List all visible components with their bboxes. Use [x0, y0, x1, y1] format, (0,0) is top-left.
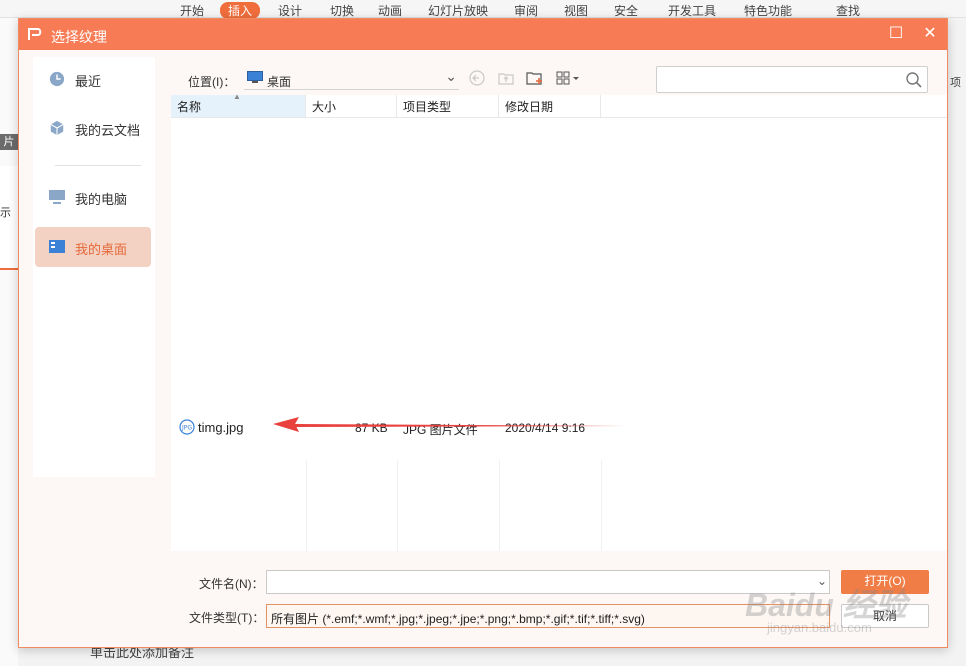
computer-icon: [49, 190, 65, 204]
ribbon-tab[interactable]: 动画: [378, 2, 402, 19]
sort-up-icon: ▲: [233, 92, 241, 101]
filename-label: 文件名(N)：: [199, 577, 264, 591]
ribbon-tab[interactable]: 视图: [564, 2, 588, 19]
ribbon-tab[interactable]: 特色功能: [744, 2, 792, 19]
clock-icon: [49, 71, 65, 87]
up-folder-icon[interactable]: [496, 68, 516, 88]
new-folder-icon[interactable]: [525, 68, 545, 88]
annotation-arrow-icon: [273, 417, 625, 432]
ribbon-tab[interactable]: 审阅: [514, 2, 538, 19]
watermark-url: jingyan.baidu.com: [767, 620, 872, 635]
location-dropdown[interactable]: 桌面 ⌄: [244, 66, 459, 90]
search-input[interactable]: [663, 68, 903, 92]
column-header-size[interactable]: 大小: [306, 95, 397, 117]
column-header-type[interactable]: 项目类型: [397, 95, 499, 117]
filetype-value: 所有图片 (*.emf;*.wmf;*.jpg;*.jpeg;*.jpe;*.p…: [271, 612, 645, 626]
nav-item-my-desktop[interactable]: 我的桌面: [35, 227, 151, 267]
file-list: ▲ 名称 大小 项目类型 修改日期 JPG timg.jpg 87 KB JPG…: [171, 92, 947, 551]
location-value: 桌面: [267, 75, 292, 89]
close-button[interactable]: ✕: [921, 25, 939, 43]
chevron-down-icon: ⌄: [445, 68, 457, 84]
ribbon-tab[interactable]: 开始: [180, 2, 204, 19]
ribbon-tab[interactable]: 设计: [278, 2, 302, 19]
ribbon-tab[interactable]: 切换: [330, 2, 354, 19]
desktop-icon: [49, 240, 65, 253]
dialog-title: 选择纹理: [51, 29, 107, 45]
ribbon-tab-active[interactable]: 插入: [220, 2, 261, 19]
filename-input[interactable]: [267, 571, 807, 593]
nav-item-label: 我的电脑: [75, 192, 128, 207]
ribbon-tab[interactable]: 安全: [614, 2, 638, 19]
ribbon-tab[interactable]: 开发工具: [668, 2, 716, 19]
texture-dialog: 选择纹理 ☐ ✕ 最近 我的云文档 我的电脑 我的桌面 位置(I)： 桌面 ⌄ …: [18, 18, 948, 648]
column-divider: [499, 460, 500, 551]
ribbon-tab[interactable]: 查找: [836, 2, 860, 19]
nav-divider: [55, 165, 141, 166]
nav-panel: 最近 我的云文档 我的电脑 我的桌面: [33, 57, 155, 477]
filetype-label: 文件类型(T)：: [189, 611, 265, 625]
ribbon-tab[interactable]: 幻灯片放映: [428, 2, 488, 19]
column-divider: [397, 460, 398, 551]
background-ribbon: 开始 插入 设计 切换 动画 幻灯片放映 审阅 视图 安全 开发工具 特色功能 …: [0, 0, 966, 19]
baidu-watermark: Baidu 经验 jingyan.baidu.com: [745, 580, 945, 640]
file-name: timg.jpg: [198, 420, 244, 435]
search-icon[interactable]: [905, 71, 923, 89]
slide-thumb-label: 片: [0, 134, 18, 150]
wps-logo-icon: [28, 28, 42, 40]
location-toolbar: 位置(I)： 桌面 ⌄: [169, 63, 949, 93]
slide-thumbnail[interactable]: 示: [0, 166, 18, 270]
column-divider: [306, 460, 307, 551]
svg-text:JPG: JPG: [181, 425, 192, 432]
cloud-cube-icon: [50, 120, 64, 136]
location-label: 位置(I)：: [188, 75, 236, 89]
dialog-titlebar[interactable]: 选择纹理 ☐ ✕: [19, 19, 947, 50]
column-header-modified[interactable]: 修改日期: [499, 95, 601, 117]
back-icon[interactable]: [467, 68, 487, 88]
background-right-label: 项: [950, 77, 961, 89]
background-slide-panel: 片 示: [0, 18, 18, 666]
nav-item-my-computer[interactable]: 我的电脑: [35, 177, 151, 217]
nav-item-cloud-docs[interactable]: 我的云文档: [35, 108, 151, 148]
monitor-icon: [247, 71, 263, 83]
search-box[interactable]: [656, 66, 928, 93]
jpg-file-icon: JPG: [179, 419, 195, 435]
nav-item-recent[interactable]: 最近: [35, 59, 151, 99]
nav-item-label: 我的云文档: [75, 123, 141, 138]
header-divider: [171, 117, 947, 118]
nav-item-label: 最近: [75, 74, 102, 89]
column-header-name[interactable]: ▲ 名称: [171, 92, 306, 117]
slide-text: 示: [0, 207, 11, 219]
nav-item-label: 我的桌面: [75, 242, 128, 257]
view-mode-icon[interactable]: [555, 68, 583, 88]
column-divider: [601, 460, 602, 551]
maximize-button[interactable]: ☐: [887, 25, 905, 43]
